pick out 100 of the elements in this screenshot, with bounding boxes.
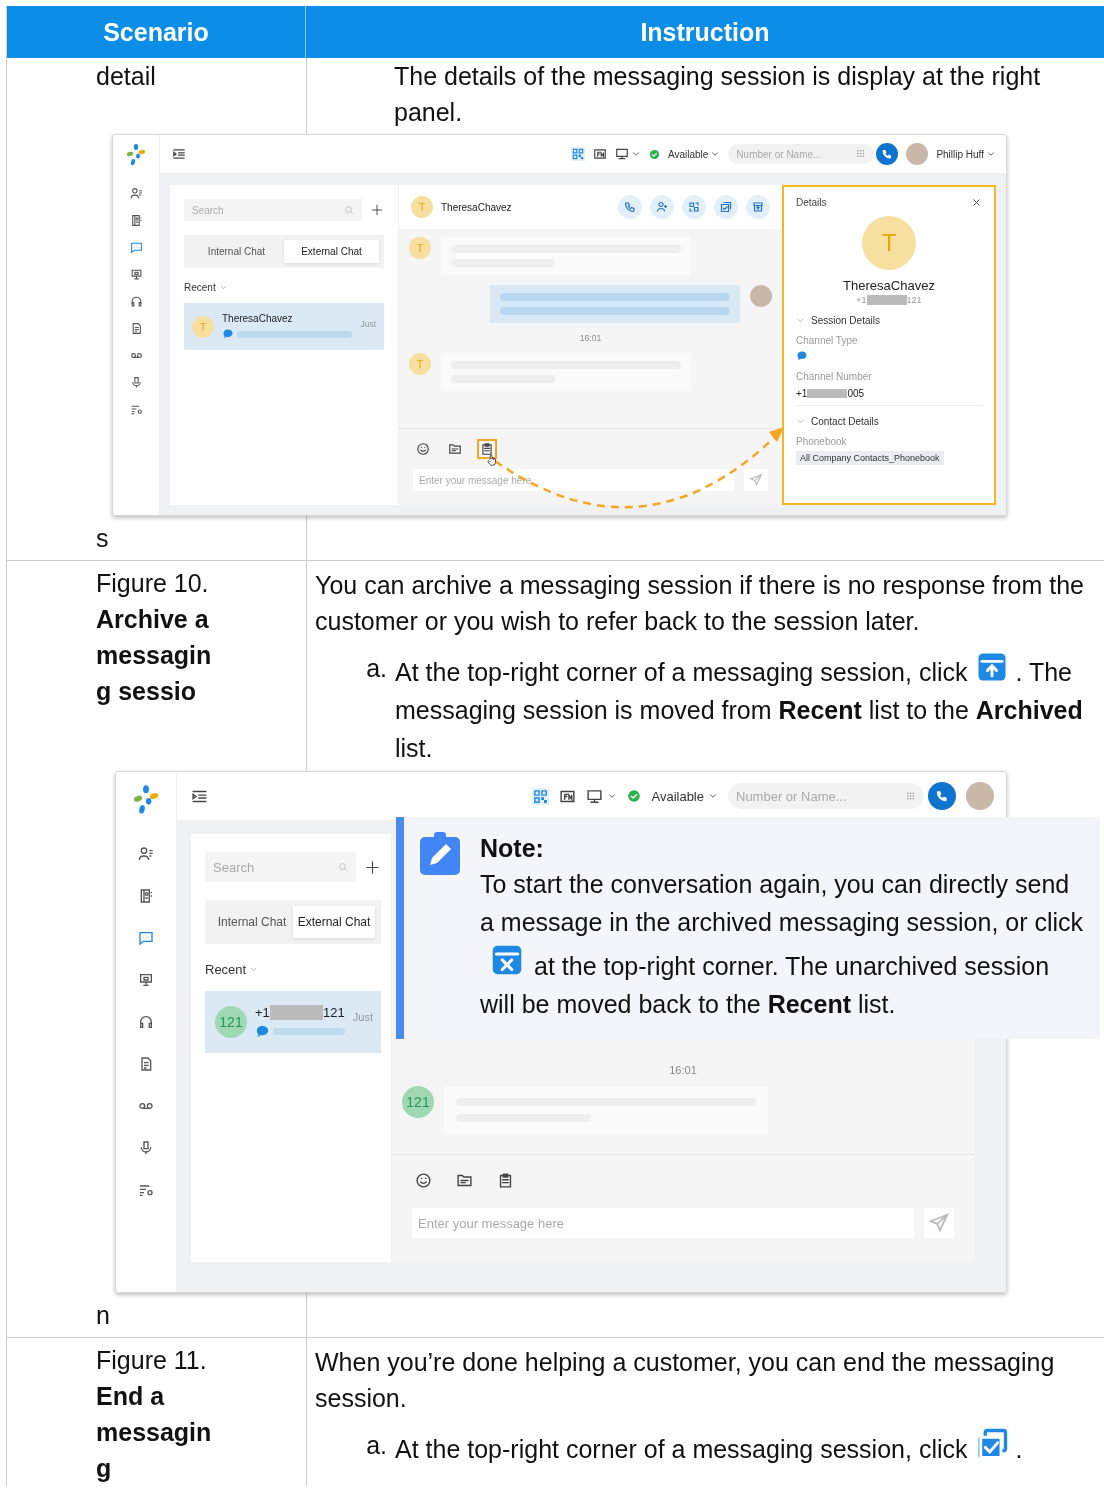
add-contact-icon[interactable]	[656, 201, 668, 213]
panel-title: Details	[796, 197, 827, 208]
contact-avatar: T	[862, 216, 916, 270]
session-item[interactable]: 121 +1 121 Just	[205, 991, 381, 1053]
contacts-icon[interactable]	[129, 187, 143, 200]
caret-icon[interactable]	[710, 149, 721, 159]
note-title: Note:	[480, 833, 545, 864]
mic-icon[interactable]	[138, 1140, 154, 1156]
scenario-text: Figure 11. End a messagin g	[96, 1345, 213, 1484]
scenario-text: n	[96, 1300, 111, 1331]
contact-avatar: 121	[215, 1006, 247, 1038]
column-header: Instruction	[639, 16, 771, 48]
session-item[interactable]: T TheresaChavez Just	[184, 303, 384, 350]
monitor-icon[interactable]	[129, 268, 143, 281]
report-icon[interactable]	[138, 1056, 154, 1072]
note-text: To start the conversation again, you can directly send a message in the archived messaging session, or click at the top-right corner. The unarchived session will be moved back to the Recent list.	[480, 869, 1085, 1020]
sms-bubble-icon	[796, 350, 808, 362]
add-contact-button[interactable]	[650, 195, 674, 219]
hand-cursor-icon	[485, 453, 499, 467]
call-button[interactable]	[876, 143, 899, 165]
field-label: Channel Type	[796, 335, 858, 346]
close-icon[interactable]	[971, 197, 982, 208]
section-label[interactable]: Recent	[184, 282, 216, 293]
number-suffix: 121	[323, 1005, 345, 1020]
contact-name: TheresaChavez	[441, 201, 512, 213]
phone-icon[interactable]	[881, 148, 894, 160]
user-avatar	[750, 285, 772, 307]
step-marker: a.	[365, 1430, 388, 1461]
chat-icon[interactable]	[138, 930, 154, 946]
qr-code-icon[interactable]	[570, 147, 585, 161]
caret-icon[interactable]	[630, 149, 641, 159]
contacts-icon[interactable]	[138, 846, 154, 862]
caret-icon[interactable]	[708, 791, 718, 801]
desktop-icon[interactable]	[614, 147, 629, 161]
monitor-icon[interactable]	[138, 972, 154, 988]
archive-icon[interactable]	[752, 201, 764, 213]
redaction-bar	[807, 388, 848, 399]
section-label[interactable]: Recent	[205, 962, 247, 977]
headset-icon[interactable]	[138, 1014, 154, 1030]
mic-icon[interactable]	[129, 376, 143, 389]
field-label: Phonebook	[796, 436, 847, 447]
message-input[interactable]: Enter your message here	[413, 469, 734, 491]
phone-icon[interactable]	[935, 789, 949, 803]
session-time: Just	[352, 1011, 373, 1023]
caret-icon[interactable]	[607, 791, 618, 801]
search-icon	[338, 862, 348, 872]
user-menu[interactable]: Phillip Huff	[936, 148, 984, 160]
chat-tab[interactable]: External Chat	[284, 240, 379, 263]
transfer-button[interactable]	[682, 195, 706, 219]
menu-icon[interactable]	[172, 147, 186, 161]
field-label: Channel Number	[796, 371, 872, 382]
number-suffix: 005	[847, 388, 865, 399]
scenario-text: s	[96, 523, 110, 554]
call-icon[interactable]	[624, 201, 636, 213]
session-time: Just	[360, 319, 376, 329]
contact-avatar: T	[192, 315, 214, 338]
settings-icon[interactable]	[129, 403, 143, 416]
section-title[interactable]: Contact Details	[811, 416, 879, 427]
sms-bubble-icon	[255, 1024, 270, 1039]
transfer-icon[interactable]	[688, 201, 700, 213]
status-dropdown[interactable]: Available	[667, 148, 709, 160]
timestamp: 16:01	[579, 333, 602, 343]
chat-tab[interactable]: Internal Chat	[189, 240, 284, 263]
contact-avatar: T	[411, 196, 433, 218]
chat-tab[interactable]: Internal Chat	[211, 906, 293, 938]
step-text: At the top-right corner of a messaging session, click .	[395, 1426, 1023, 1468]
function-key-icon[interactable]	[592, 147, 607, 161]
phonebook-icon[interactable]	[138, 888, 154, 904]
phonebook-icon[interactable]	[129, 214, 143, 227]
section-title[interactable]: Session Details	[811, 315, 880, 326]
chat-tab[interactable]: External Chat	[293, 906, 375, 938]
qr-code-icon[interactable]	[532, 787, 550, 805]
phonebook-tag: All Company Contacts_Phonebook	[796, 451, 944, 465]
end-icon[interactable]	[720, 201, 732, 213]
check-circle-icon	[627, 789, 642, 803]
number-prefix: +1	[796, 388, 808, 399]
notes-icon[interactable]	[477, 439, 497, 459]
call-button[interactable]	[928, 782, 956, 810]
number-suffix: 121	[906, 295, 922, 305]
call-button[interactable]	[618, 195, 642, 219]
desktop-icon[interactable]	[586, 787, 604, 805]
archive-button[interactable]	[746, 195, 770, 219]
caret-icon[interactable]	[986, 149, 996, 159]
settings-icon[interactable]	[138, 1182, 154, 1198]
logo-icon	[124, 143, 148, 167]
step-text: At the top-right corner of a messaging session, click . The messaging session is moved from Recent list to the Archived list.	[395, 649, 1096, 767]
message-preview-placeholder	[273, 1028, 345, 1035]
contact-name: TheresaChavez	[222, 313, 294, 324]
chat-icon[interactable]	[129, 241, 143, 254]
contact-avatar: 121	[402, 1086, 434, 1118]
headset-icon[interactable]	[129, 295, 143, 308]
number-prefix: +1	[856, 295, 867, 305]
check-circle-icon	[648, 148, 660, 160]
end-button[interactable]	[714, 195, 738, 219]
status-dropdown[interactable]: Available	[651, 788, 704, 804]
instruction-text: When you’re done helping a customer, you can end the messaging session.	[315, 1347, 1056, 1414]
plus-icon[interactable]	[364, 858, 381, 876]
message-input[interactable]: Enter your message here	[412, 1208, 914, 1238]
contact-avatar: T	[409, 237, 431, 259]
timestamp: 16:01	[669, 1064, 697, 1076]
